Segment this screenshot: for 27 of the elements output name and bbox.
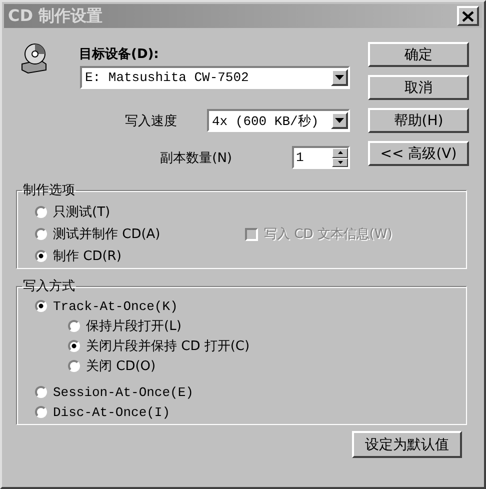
radio-option[interactable]: 制作 CD(R) bbox=[35, 247, 245, 265]
copies-label: 副本数量(N) bbox=[160, 150, 232, 166]
spin-arrows-icon[interactable] bbox=[332, 148, 348, 167]
radio-option[interactable]: 关闭片段并保持 CD 打开(C) bbox=[68, 337, 466, 355]
radio-option[interactable]: 保持片段打开(L) bbox=[68, 317, 466, 335]
radio-option[interactable]: Disc-At-Once(I) bbox=[35, 403, 466, 421]
radio-option[interactable]: 测试并制作 CD(A) bbox=[35, 225, 245, 243]
radio-option[interactable]: Session-At-Once(E) bbox=[35, 383, 466, 401]
close-icon[interactable] bbox=[462, 10, 474, 22]
group-title: 制作选项 bbox=[22, 182, 76, 199]
copies-spinbox[interactable]: 1 bbox=[292, 146, 350, 169]
write-speed-dropdown[interactable]: 4x (600 KB/秒) bbox=[207, 109, 350, 132]
window-title: CD 制作设置 bbox=[8, 6, 103, 26]
write-speed-label: 写入速度 bbox=[125, 112, 177, 130]
set-default-button[interactable]: 设定为默认值 bbox=[352, 431, 462, 458]
target-device-label: 目标设备(D): bbox=[79, 46, 159, 63]
target-device-dropdown[interactable]: E: Matsushita CW-7502 bbox=[80, 66, 350, 89]
dialog-button[interactable]: 帮助(H) bbox=[368, 108, 469, 133]
radio-option[interactable]: Track-At-Once(K) bbox=[35, 297, 466, 315]
cd-drive-icon bbox=[20, 42, 48, 74]
radio-option[interactable]: 只测试(T) bbox=[35, 203, 245, 221]
radio-option[interactable]: 关闭 CD(O) bbox=[68, 357, 466, 375]
dialog-button[interactable]: 确定 bbox=[368, 42, 469, 67]
close-button[interactable] bbox=[457, 6, 479, 26]
group-title: 写入方式 bbox=[22, 278, 76, 295]
dialog-button[interactable]: 取消 bbox=[368, 75, 469, 100]
dialog-button[interactable]: << 高级(V) bbox=[368, 141, 469, 166]
